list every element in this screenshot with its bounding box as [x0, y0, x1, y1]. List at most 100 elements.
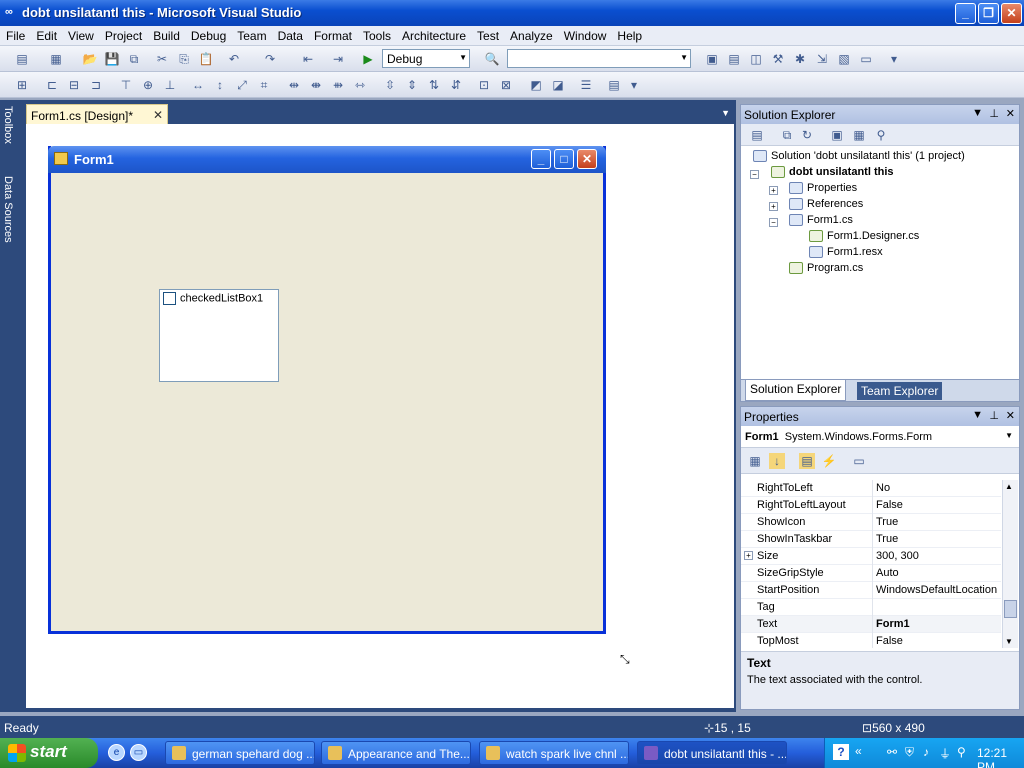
navigate-back-icon[interactable]: ⇤: [300, 51, 316, 67]
property-row[interactable]: StartPosition WindowsDefaultLocation: [741, 582, 1001, 599]
command-window-icon[interactable]: ▭: [858, 51, 874, 67]
remove-horizontal-spacing-icon[interactable]: ⇿: [352, 77, 368, 93]
categorized-icon[interactable]: ▦: [747, 453, 763, 469]
align-bottoms-icon[interactable]: ⊥: [162, 77, 178, 93]
collapse-icon[interactable]: −: [769, 218, 778, 227]
configuration-dropdown[interactable]: Debug ▼: [382, 49, 470, 68]
restore-button[interactable]: ❐: [978, 3, 999, 24]
start-button[interactable]: start: [0, 738, 98, 768]
tree-item-program[interactable]: Program.cs: [789, 262, 863, 278]
object-selector[interactable]: Form1 System.Windows.Forms.Form ▼: [741, 426, 1019, 448]
toolbox-icon[interactable]: ⚒: [770, 51, 786, 67]
open-file-icon[interactable]: 📂: [82, 51, 98, 67]
increase-horizontal-spacing-icon[interactable]: ⇼: [308, 77, 324, 93]
data-sources-tab[interactable]: Data Sources: [2, 176, 14, 243]
scroll-down-icon[interactable]: ▼: [1005, 637, 1013, 646]
usb-icon[interactable]: ⏚: [939, 745, 951, 762]
form-client-area[interactable]: checkedListBox1: [51, 173, 603, 631]
menu-analyze[interactable]: Analyze: [504, 26, 558, 43]
internet-explorer-icon[interactable]: e: [108, 744, 125, 761]
menu-test[interactable]: Test: [471, 26, 504, 43]
minimize-button[interactable]: _: [955, 3, 976, 24]
property-row[interactable]: TopMost False: [741, 633, 1001, 648]
resize-grip-icon[interactable]: ⤡: [620, 652, 630, 667]
properties-window-icon[interactable]: ▤: [726, 51, 742, 67]
decrease-vertical-spacing-icon[interactable]: ⇅: [426, 77, 442, 93]
alphabetical-icon[interactable]: ↓: [769, 453, 785, 469]
undo-icon[interactable]: ↶: [226, 51, 242, 67]
window-position-icon[interactable]: ▼: [972, 409, 983, 421]
search-tray-icon[interactable]: ⚲: [957, 745, 966, 759]
tools-icon[interactable]: ✱: [792, 51, 808, 67]
start-debugging-icon[interactable]: ▶: [360, 51, 376, 67]
navigate-forward-icon[interactable]: ⇥: [330, 51, 346, 67]
tab-solution-explorer[interactable]: Solution Explorer: [745, 380, 847, 401]
center-vertically-icon[interactable]: ⊠: [498, 77, 514, 93]
object-browser-icon[interactable]: ◫: [748, 51, 764, 67]
align-rights-icon[interactable]: ⊐: [88, 77, 104, 93]
property-row[interactable]: RightToLeftLayout False: [741, 497, 1001, 514]
show-desktop-icon[interactable]: ▭: [130, 744, 147, 761]
size-to-grid-icon[interactable]: ⌗: [256, 77, 272, 93]
add-item-icon[interactable]: ▦: [48, 51, 64, 67]
chevron-left-icon[interactable]: «: [855, 744, 862, 758]
form-window[interactable]: Form1 _ □ ✕ checkedListBox1: [48, 146, 606, 634]
make-same-size-icon[interactable]: ⤢: [234, 77, 250, 93]
menu-build[interactable]: Build: [147, 26, 185, 43]
taskbar-item-active[interactable]: dobt unsilatantl this - ...: [637, 741, 787, 765]
align-tops-icon[interactable]: ⊤: [118, 77, 134, 93]
menu-data[interactable]: Data: [272, 26, 308, 43]
menu-project[interactable]: Project: [99, 26, 147, 43]
vertical-spacing-equal-icon[interactable]: ⇳: [382, 77, 398, 93]
menu-format[interactable]: Format: [308, 26, 357, 43]
tree-item-form1-designer[interactable]: Form1.Designer.cs: [809, 230, 919, 246]
menu-edit[interactable]: Edit: [30, 26, 62, 43]
menu-tools[interactable]: Tools: [357, 26, 396, 43]
tree-solution[interactable]: Solution 'dobt unsilatantl this' (1 proj…: [753, 150, 965, 166]
view-class-diagram-icon[interactable]: ⚲: [873, 127, 889, 143]
menu-help[interactable]: Help: [611, 26, 647, 43]
view-designer-icon[interactable]: ▦: [851, 127, 867, 143]
menu-team[interactable]: Team: [231, 26, 271, 43]
property-row[interactable]: RightToLeft No: [741, 480, 1001, 497]
property-value[interactable]: No: [876, 482, 890, 494]
tree-project[interactable]: dobt unsilatantl this: [771, 166, 894, 182]
toolbar-options-icon[interactable]: ▾: [626, 77, 642, 93]
tree-item-form1[interactable]: Form1.cs: [789, 214, 853, 230]
extension-manager-icon[interactable]: ▧: [836, 51, 852, 67]
tree-item-form1-resx[interactable]: Form1.resx: [809, 246, 883, 262]
new-project-icon[interactable]: ▤: [14, 51, 30, 67]
scroll-thumb[interactable]: [1004, 600, 1017, 618]
volume-icon[interactable]: ♪: [923, 745, 929, 759]
events-icon[interactable]: ⚡: [821, 453, 837, 469]
toolbox-tab[interactable]: Toolbox: [2, 106, 14, 144]
property-value[interactable]: True: [876, 516, 898, 528]
remove-vertical-spacing-icon[interactable]: ⇵: [448, 77, 464, 93]
format-options-icon[interactable]: ▤: [606, 77, 622, 93]
checked-list-box[interactable]: checkedListBox1: [159, 289, 279, 382]
close-panel-icon[interactable]: ✕: [1006, 409, 1015, 422]
property-value[interactable]: 300, 300: [876, 550, 919, 562]
tab-form1-design[interactable]: Form1.cs [Design]* ✕: [26, 104, 168, 126]
expand-icon[interactable]: +: [744, 551, 753, 560]
make-same-width-icon[interactable]: ↔: [190, 77, 206, 93]
menu-view[interactable]: View: [62, 26, 99, 43]
tree-item-properties[interactable]: Properties: [789, 182, 857, 198]
properties-icon[interactable]: ▤: [749, 127, 765, 143]
property-value[interactable]: False: [876, 635, 903, 647]
horizontal-spacing-equal-icon[interactable]: ⇹: [286, 77, 302, 93]
toolbar-options-icon[interactable]: ▾: [886, 51, 902, 67]
close-button[interactable]: ✕: [1001, 3, 1022, 24]
auto-hide-pin-icon[interactable]: ⊥: [989, 409, 999, 422]
increase-vertical-spacing-icon[interactable]: ⇕: [404, 77, 420, 93]
scroll-up-icon[interactable]: ▲: [1005, 482, 1013, 491]
show-all-files-icon[interactable]: ⧉: [779, 127, 795, 143]
view-code-icon[interactable]: ▣: [829, 127, 845, 143]
find-in-files-icon[interactable]: 🔍: [484, 51, 500, 67]
active-files-dropdown-icon[interactable]: ▼: [721, 108, 730, 118]
tab-order-icon[interactable]: ☰: [578, 77, 594, 93]
property-row[interactable]: + Size 300, 300: [741, 548, 1001, 565]
align-centers-icon[interactable]: ⊟: [66, 77, 82, 93]
property-row[interactable]: SizeGripStyle Auto: [741, 565, 1001, 582]
property-grid-scrollbar[interactable]: ▲ ▼: [1002, 480, 1018, 648]
